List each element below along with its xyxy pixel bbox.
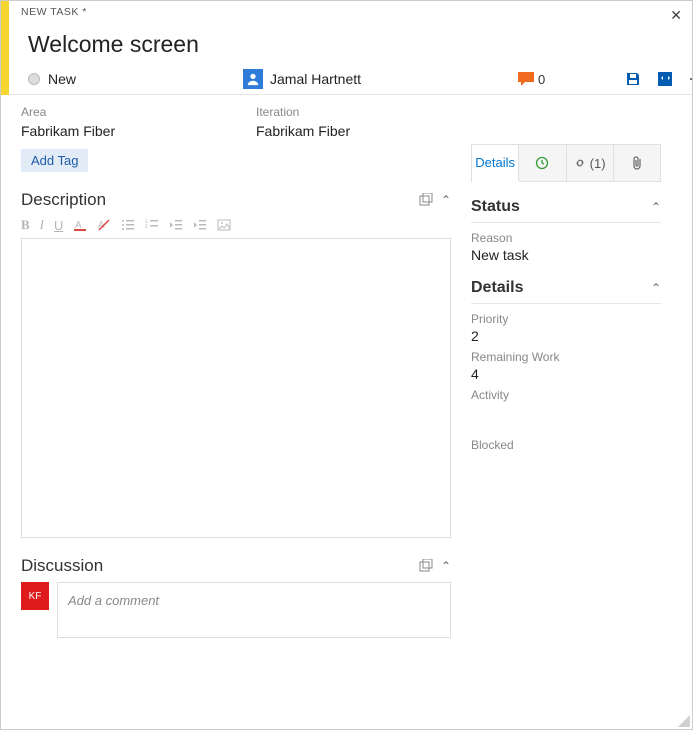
remaining-work-label: Remaining Work xyxy=(471,350,661,364)
refresh-icon[interactable] xyxy=(656,70,674,88)
comment-input[interactable]: Add a comment xyxy=(57,582,451,638)
tab-links[interactable]: (1) xyxy=(567,145,614,181)
chevron-up-icon[interactable]: ⌃ xyxy=(651,281,661,295)
area-value[interactable]: Fabrikam Fiber xyxy=(21,123,256,139)
indent-icon[interactable] xyxy=(193,218,207,232)
chevron-up-icon[interactable]: ⌃ xyxy=(441,193,451,207)
tab-attachments[interactable] xyxy=(614,145,660,181)
state-dot-icon xyxy=(28,73,40,85)
state-value[interactable]: New xyxy=(48,71,76,87)
breadcrumb: NEW TASK * xyxy=(21,6,87,18)
rich-text-toolbar: B I U A A 12 xyxy=(21,216,451,238)
maximize-icon[interactable] xyxy=(419,193,433,207)
numbered-list-icon[interactable]: 12 xyxy=(145,218,159,232)
tab-history[interactable] xyxy=(519,145,566,181)
area-label: Area xyxy=(21,105,256,119)
status-panel-title: Status xyxy=(471,198,520,216)
avatar-icon xyxy=(243,69,263,89)
reason-value[interactable]: New task xyxy=(471,247,661,263)
priority-value[interactable]: 2 xyxy=(471,328,661,344)
remaining-work-value[interactable]: 4 xyxy=(471,366,661,382)
underline-icon[interactable]: U xyxy=(54,218,63,233)
font-color-icon[interactable]: A xyxy=(73,218,87,232)
bold-icon[interactable]: B xyxy=(21,217,30,233)
chevron-up-icon[interactable]: ⌃ xyxy=(651,200,661,214)
description-input[interactable] xyxy=(21,238,451,538)
more-actions-icon[interactable]: ⋯ xyxy=(688,70,693,88)
chevron-up-icon[interactable]: ⌃ xyxy=(441,559,451,573)
comment-icon xyxy=(518,72,534,86)
side-tabs: Details (1) xyxy=(471,144,661,182)
priority-label: Priority xyxy=(471,312,661,326)
comments-count: 0 xyxy=(538,72,545,87)
outdent-icon[interactable] xyxy=(169,218,183,232)
assignee-name: Jamal Hartnett xyxy=(270,71,361,87)
blocked-label: Blocked xyxy=(471,438,661,452)
work-item-header: NEW TASK * ✕ Welcome screen New Jamal Ha… xyxy=(1,1,692,95)
italic-icon[interactable]: I xyxy=(40,217,44,233)
description-heading: Description xyxy=(21,190,106,210)
bulleted-list-icon[interactable] xyxy=(121,218,135,232)
reason-label: Reason xyxy=(471,231,661,245)
assignee[interactable]: Jamal Hartnett xyxy=(243,69,361,89)
activity-label: Activity xyxy=(471,388,661,402)
attachment-icon xyxy=(631,156,643,170)
link-icon xyxy=(574,157,586,169)
comments-indicator[interactable]: 0 xyxy=(518,72,545,87)
clear-format-icon[interactable]: A xyxy=(97,218,111,232)
resize-grip-icon[interactable] xyxy=(678,715,690,727)
iteration-label: Iteration xyxy=(256,105,491,119)
add-tag-button[interactable]: Add Tag xyxy=(21,149,88,172)
svg-text:2: 2 xyxy=(145,224,148,230)
image-icon[interactable] xyxy=(217,218,231,232)
activity-value[interactable] xyxy=(471,404,661,420)
maximize-icon[interactable] xyxy=(419,559,433,573)
work-item-title[interactable]: Welcome screen xyxy=(28,31,199,58)
save-icon[interactable] xyxy=(624,70,642,88)
type-color-bar xyxy=(1,1,9,95)
user-avatar: KF xyxy=(21,582,49,610)
details-panel-title: Details xyxy=(471,279,523,297)
close-icon[interactable]: ✕ xyxy=(670,7,682,24)
discussion-heading: Discussion xyxy=(21,556,103,576)
tab-details[interactable]: Details xyxy=(472,145,519,182)
iteration-value[interactable]: Fabrikam Fiber xyxy=(256,123,491,139)
history-icon xyxy=(535,156,549,170)
classification-row: Area Fabrikam Fiber Iteration Fabrikam F… xyxy=(1,95,692,145)
